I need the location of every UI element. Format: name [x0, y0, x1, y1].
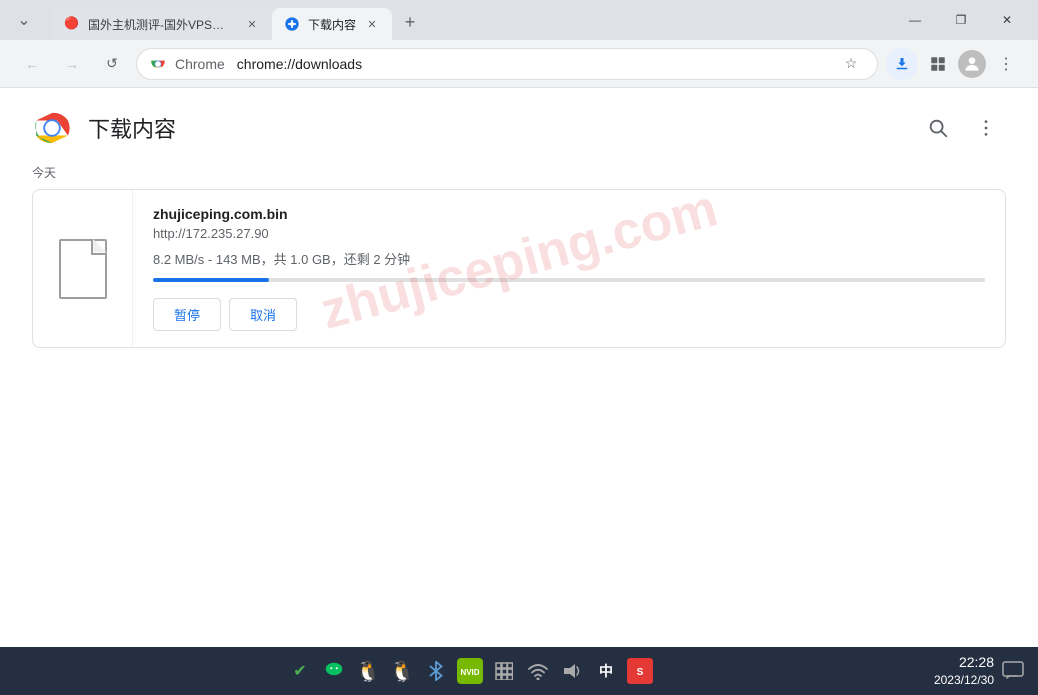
- taskbar-right: 22:28 2023/12/30: [934, 653, 1026, 689]
- file-icon: [59, 239, 107, 299]
- taskbar-bluetooth-icon[interactable]: [423, 658, 449, 684]
- new-tab-button[interactable]: +: [396, 8, 424, 36]
- nav-bar: ← → ↺ Chrome chrome://downloads ☆: [0, 40, 1038, 88]
- avatar-icon: [962, 54, 982, 74]
- title-bar: ⌄ 🔴 国外主机测评-国外VPS，国... ✕ 下载内容 ✕ + — ❐ ✕: [0, 0, 1038, 40]
- tab2-close-button[interactable]: ✕: [364, 16, 380, 32]
- page-title: 下载内容: [88, 112, 176, 144]
- brand-label: Chrome: [175, 56, 225, 72]
- tab1-close-button[interactable]: ✕: [244, 16, 260, 32]
- tab2-favicon: [284, 16, 300, 32]
- chrome-logo-big-icon: [32, 108, 72, 148]
- search-page-button[interactable]: [918, 108, 958, 148]
- download-url: http://172.235.27.90: [153, 226, 985, 241]
- page-header-right: [918, 108, 1006, 148]
- download-icon-area: [33, 190, 133, 347]
- download-progress-text: 8.2 MB/s - 143 MB，共 1.0 GB，还剩 2 分钟: [153, 249, 985, 268]
- page-content: 下载内容 zhujiceping.com 今天: [0, 88, 1038, 647]
- tab-list-button[interactable]: ⌄: [8, 4, 40, 36]
- chat-icon: [1002, 661, 1024, 681]
- page-header: 下载内容: [0, 88, 1038, 156]
- taskbar-chat-button[interactable]: [1000, 658, 1026, 684]
- bookmark-button[interactable]: ☆: [837, 50, 865, 78]
- page-menu-button[interactable]: [966, 108, 1006, 148]
- taskbar-qq-icon[interactable]: 🐧: [355, 658, 381, 684]
- progress-bar-fill: [153, 278, 269, 282]
- taskbar-wechat-icon[interactable]: [321, 658, 347, 684]
- tab-1[interactable]: 🔴 国外主机测评-国外VPS，国... ✕: [52, 8, 272, 40]
- downloads-area: zhujiceping.com 今天 zhujiceping.com.bin h…: [0, 156, 1038, 364]
- chrome-logo-icon: [149, 55, 167, 73]
- maximize-button[interactable]: ❐: [938, 4, 984, 36]
- refresh-button[interactable]: ↺: [96, 48, 128, 80]
- download-button[interactable]: [886, 48, 918, 80]
- taskbar-grid-icon[interactable]: [491, 658, 517, 684]
- taskbar-input-icon[interactable]: 中: [593, 658, 619, 684]
- menu-button[interactable]: ⋮: [990, 48, 1022, 80]
- profile-avatar[interactable]: [958, 50, 986, 78]
- taskbar-time: 22:28 2023/12/30: [934, 653, 994, 689]
- section-label: 今天: [0, 156, 1038, 189]
- address-bar[interactable]: Chrome chrome://downloads ☆: [136, 48, 878, 80]
- forward-button[interactable]: →: [56, 48, 88, 80]
- tab-bar: 🔴 国外主机测评-国外VPS，国... ✕ 下载内容 ✕ +: [52, 0, 880, 40]
- tab1-favicon: 🔴: [64, 16, 80, 32]
- download-info: zhujiceping.com.bin http://172.235.27.90…: [133, 190, 1005, 347]
- taskbar-nvidia-icon[interactable]: NVID: [457, 658, 483, 684]
- taskbar-tim-icon[interactable]: 🐧: [389, 658, 415, 684]
- download-actions: 暂停 取消: [153, 298, 985, 331]
- taskbar-wifi-icon[interactable]: [525, 658, 551, 684]
- taskbar-check-icon[interactable]: ✔: [287, 658, 313, 684]
- search-icon: [927, 117, 949, 139]
- tab1-title: 国外主机测评-国外VPS，国...: [88, 16, 236, 33]
- taskbar-icons: ✔ 🐧 🐧 NVID: [12, 658, 928, 684]
- file-icon-corner: [91, 241, 105, 255]
- tab-2[interactable]: 下载内容 ✕: [272, 8, 392, 40]
- dots-menu-icon: [975, 117, 997, 139]
- pause-button[interactable]: 暂停: [153, 298, 221, 331]
- taskbar-volume-icon[interactable]: [559, 658, 585, 684]
- file-icon-body: [59, 239, 107, 299]
- minimize-button[interactable]: —: [892, 4, 938, 36]
- page-header-left: 下载内容: [32, 108, 176, 148]
- extensions-button[interactable]: [922, 48, 954, 80]
- window-controls-right: — ❐ ✕: [892, 4, 1030, 36]
- download-icon: [893, 55, 911, 73]
- cancel-button[interactable]: 取消: [229, 298, 297, 331]
- extensions-icon: [929, 55, 947, 73]
- taskbar-antivirus-icon[interactable]: S: [627, 658, 653, 684]
- window-controls-left: ⌄: [8, 4, 40, 36]
- svg-text:S: S: [637, 667, 644, 678]
- back-button[interactable]: ←: [16, 48, 48, 80]
- download-filename: zhujiceping.com.bin: [153, 206, 985, 222]
- download-card: zhujiceping.com.bin http://172.235.27.90…: [32, 189, 1006, 348]
- tab2-title: 下载内容: [308, 16, 356, 33]
- nav-right-actions: ⋮: [886, 48, 1022, 80]
- close-button[interactable]: ✕: [984, 4, 1030, 36]
- taskbar: ✔ 🐧 🐧 NVID: [0, 647, 1038, 695]
- url-text: chrome://downloads: [237, 56, 362, 72]
- svg-text:NVID: NVID: [460, 668, 479, 677]
- progress-bar-container: [153, 278, 985, 282]
